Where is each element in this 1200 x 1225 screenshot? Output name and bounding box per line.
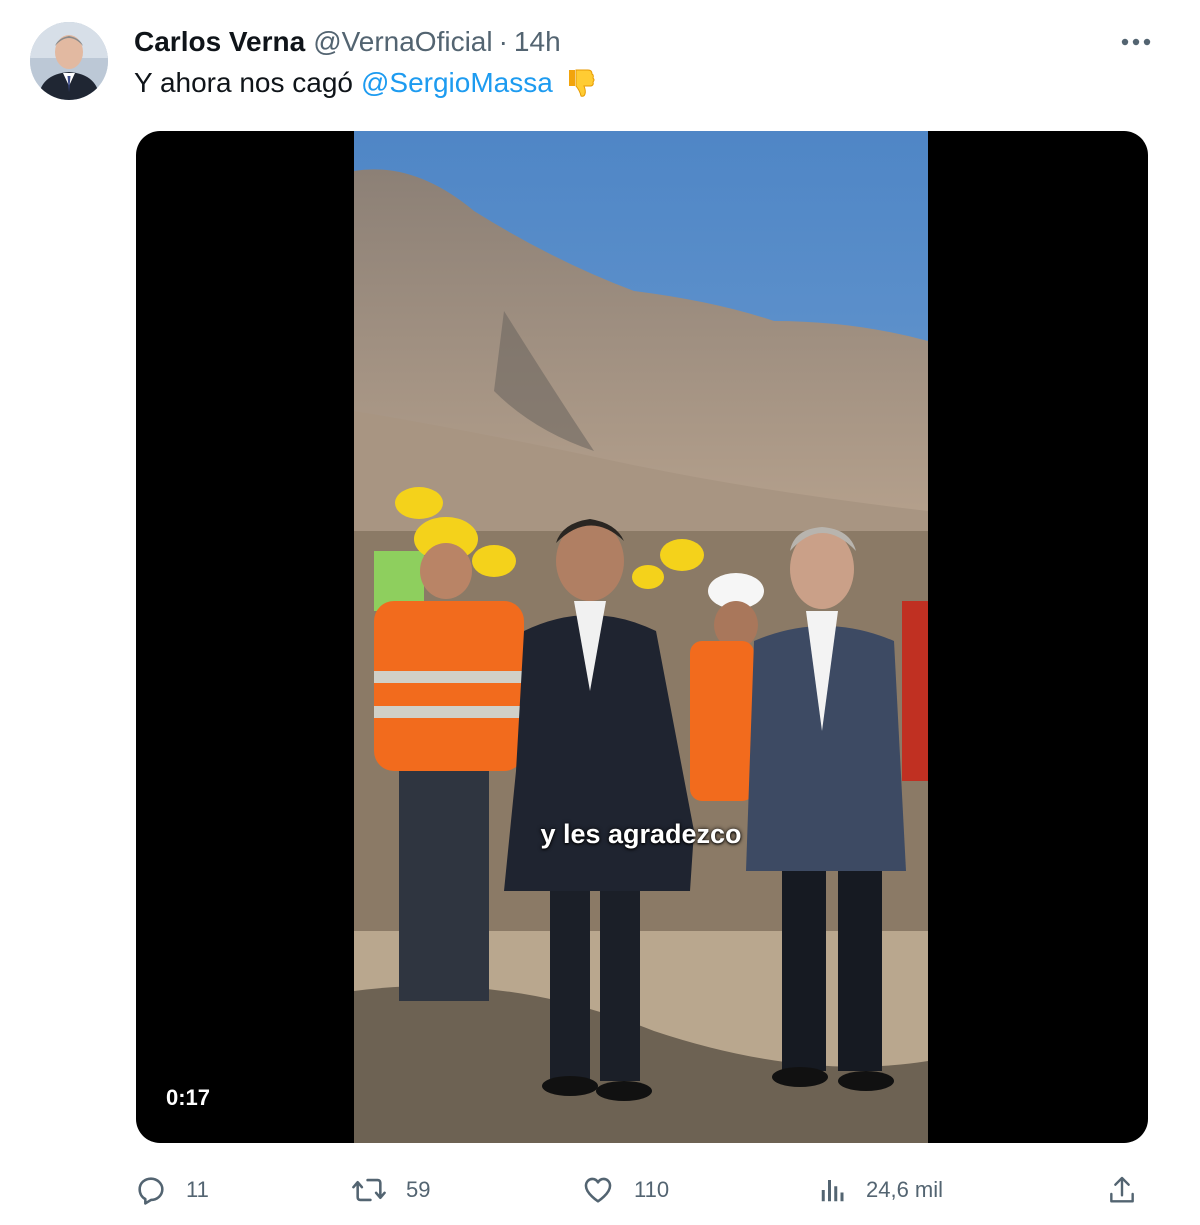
video-player[interactable]: y les agradezco 0:17: [136, 131, 1148, 1143]
like-count: 110: [634, 1177, 670, 1202]
avatar-image: [30, 22, 108, 100]
tweet-body: Y ahora nos cagó: [134, 67, 353, 98]
reply-button[interactable]: 11: [134, 1168, 209, 1212]
heart-icon: [584, 1177, 612, 1203]
reply-count: 11: [186, 1177, 209, 1202]
more-dots-icon: [1121, 38, 1151, 46]
share-icon: [1110, 1176, 1134, 1203]
thumbs-down-icon: [563, 66, 597, 100]
display-name[interactable]: Carlos Verna: [134, 24, 305, 60]
tweet: Carlos Verna @VernaOficial · 14h Y ahora…: [0, 0, 1200, 1225]
video-caption: y les agradezco: [540, 819, 742, 849]
tweet-actions: 11 59 110 24,6 mil: [134, 1168, 1146, 1212]
view-count: 24,6 mil: [866, 1177, 944, 1202]
avatar[interactable]: [30, 22, 108, 100]
video-duration: 0:17: [158, 1083, 219, 1113]
views-button[interactable]: 24,6 mil: [818, 1168, 943, 1212]
mention-link[interactable]: @SergioMassa: [361, 64, 553, 102]
video-frame: [354, 131, 928, 1143]
retweet-icon: [352, 1178, 386, 1202]
retweet-count: 59: [406, 1177, 431, 1202]
reply-icon: [138, 1177, 164, 1205]
retweet-button[interactable]: 59: [350, 1168, 430, 1212]
views-chart-icon: [821, 1180, 844, 1202]
timestamp[interactable]: 14h: [514, 24, 561, 60]
like-button[interactable]: 110: [580, 1168, 669, 1212]
more-options-button[interactable]: [1118, 28, 1154, 56]
user-handle[interactable]: @VernaOficial: [313, 24, 492, 60]
share-button[interactable]: [1106, 1168, 1138, 1212]
header-separator: ·: [498, 26, 508, 57]
tweet-text: Y ahora nos cagó @SergioMassa: [134, 64, 597, 102]
tweet-header: Carlos Verna @VernaOficial · 14h: [134, 24, 561, 60]
